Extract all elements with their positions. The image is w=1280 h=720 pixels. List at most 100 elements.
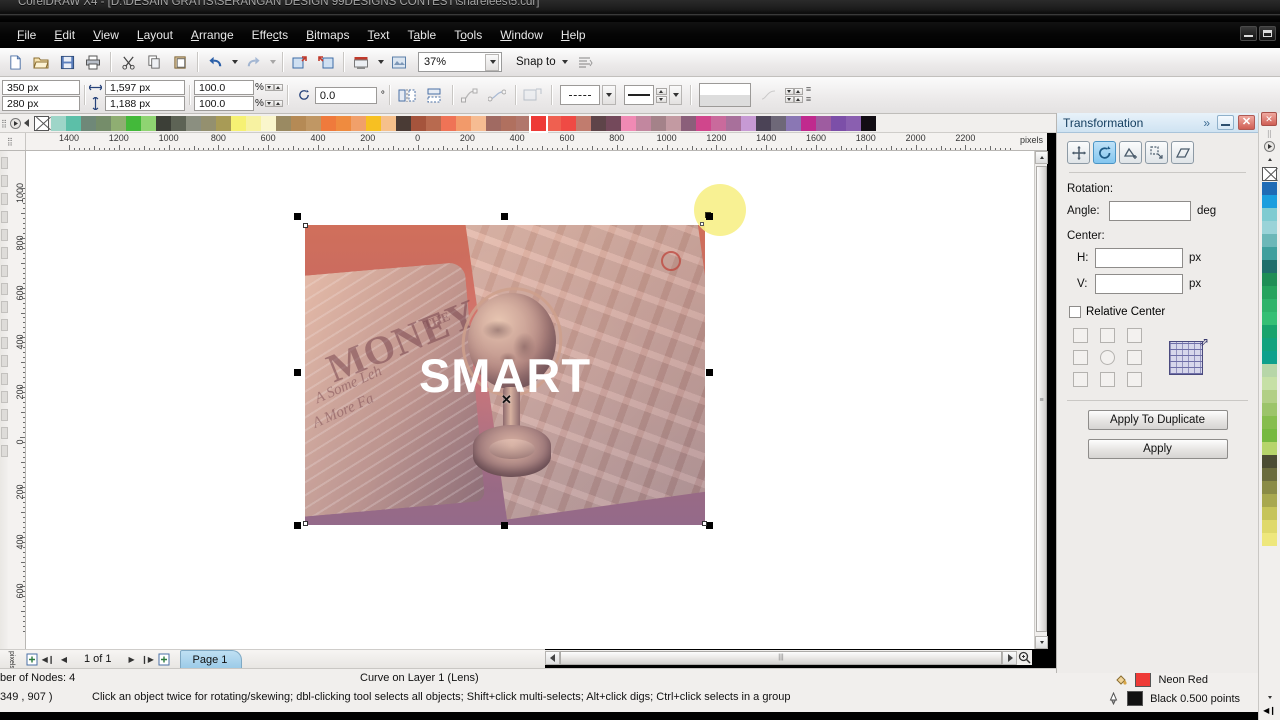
palette-swatch[interactable]	[111, 115, 126, 131]
tool-eyedropper-icon[interactable]	[1, 409, 8, 421]
anchor-bottom-right[interactable]	[1127, 372, 1142, 387]
selection-handle-top-center[interactable]	[501, 213, 508, 220]
palette-swatch[interactable]	[336, 115, 351, 131]
palette-swatch[interactable]	[186, 115, 201, 131]
bitmap-object[interactable]: THE MONEY A Some Leh A More Fa SMART ✕	[305, 225, 705, 525]
tab-rotation[interactable]	[1093, 141, 1116, 164]
palette-swatch[interactable]	[351, 115, 366, 131]
vertical-ruler[interactable]: 1000 800 600 400 200 0 200 400 600	[8, 151, 26, 649]
palette-swatch[interactable]	[816, 115, 831, 131]
anchor-top-right[interactable]	[1127, 328, 1142, 343]
tab-size[interactable]	[1145, 141, 1168, 164]
mirror-vertical-icon[interactable]	[422, 83, 447, 107]
bitmap-stepper-1[interactable]	[784, 87, 794, 103]
palette-swatch[interactable]	[486, 115, 501, 131]
palette-swatch[interactable]	[381, 115, 396, 131]
redo-icon[interactable]	[241, 51, 265, 74]
tool-shape-icon[interactable]	[1, 175, 8, 187]
vertical-palette-swatch[interactable]	[1262, 429, 1277, 442]
center-h-input[interactable]	[1095, 248, 1183, 268]
palette-swatch[interactable]	[831, 115, 846, 131]
scroll-left-icon[interactable]	[545, 650, 560, 665]
vertical-palette-swatch[interactable]	[1262, 325, 1277, 338]
outline-style-dropdown-icon[interactable]	[601, 85, 616, 105]
object-x-input[interactable]: 350 px	[2, 79, 80, 95]
fill-color-status[interactable]: Neon Red	[1114, 672, 1208, 687]
menu-effects[interactable]: Effects	[243, 25, 297, 45]
outline-color-swatch[interactable]	[1127, 691, 1144, 706]
new-icon[interactable]	[3, 51, 27, 74]
vertical-palette-swatch[interactable]	[1262, 273, 1277, 286]
wrap-paragraph-text-icon[interactable]	[521, 83, 546, 107]
scroll-right-icon[interactable]	[1002, 650, 1017, 665]
palette-swatch[interactable]	[51, 115, 66, 131]
scale-v-input[interactable]: 100.0	[194, 95, 254, 111]
vertical-palette-swatch[interactable]	[1262, 221, 1277, 234]
palette-swatch[interactable]	[621, 115, 636, 131]
outline-width-dropdown-icon[interactable]	[668, 85, 682, 105]
vertical-palette-swatch[interactable]	[1262, 286, 1277, 299]
vertical-palette-swatch[interactable]	[1262, 455, 1277, 468]
bitmap-stepper-2[interactable]	[793, 87, 803, 103]
palette-swatch[interactable]	[216, 115, 231, 131]
scroll-down-icon[interactable]	[1035, 636, 1048, 649]
palette-swatch[interactable]	[291, 115, 306, 131]
vertical-palette-swatch[interactable]	[1262, 416, 1277, 429]
vertical-palette-swatch[interactable]	[1262, 364, 1277, 377]
palette-swatch[interactable]	[261, 115, 276, 131]
scale-v-stepper-up[interactable]	[273, 99, 283, 107]
scroll-up-icon[interactable]	[1035, 151, 1048, 164]
scale-h-input[interactable]: 100.0	[194, 79, 254, 95]
palette-swatch[interactable]	[681, 115, 696, 131]
last-page-icon[interactable]: ❙▶	[140, 651, 156, 667]
outline-color-status[interactable]: Black 0.500 points	[1106, 691, 1240, 706]
palette-swatch[interactable]	[441, 115, 456, 131]
tool-blend-icon[interactable]	[1, 373, 8, 385]
anchor-middle-left[interactable]	[1073, 350, 1088, 365]
palette-swatch[interactable]	[156, 115, 171, 131]
trace-bitmap-icon[interactable]	[757, 83, 782, 107]
palette-swatch[interactable]	[561, 115, 576, 131]
vertical-no-color-swatch[interactable]	[1262, 167, 1277, 181]
menu-table[interactable]: Table	[398, 25, 445, 45]
menu-edit[interactable]: Edit	[45, 25, 84, 45]
lens-node-corner[interactable]	[700, 222, 704, 226]
next-page-icon[interactable]: ▶	[124, 651, 140, 667]
object-width-input[interactable]: 1,597 px	[105, 79, 185, 95]
tab-skew[interactable]	[1171, 141, 1194, 164]
vertical-palette-swatch[interactable]	[1262, 377, 1277, 390]
open-folder-icon[interactable]	[29, 51, 53, 74]
convert-to-curves-icon[interactable]	[458, 83, 483, 107]
vertical-palette-swatch[interactable]	[1262, 494, 1277, 507]
vertical-palette-swatch[interactable]	[1262, 390, 1277, 403]
undo-dropdown-icon[interactable]	[228, 51, 240, 74]
anchor-center[interactable]	[1100, 350, 1115, 365]
vertical-palette-swatch[interactable]	[1262, 507, 1277, 520]
apply-to-duplicate-button[interactable]: Apply To Duplicate	[1087, 410, 1228, 430]
drawing-canvas[interactable]: THE MONEY A Some Leh A More Fa SMART ✕	[26, 151, 1034, 649]
selection-handle-bottom-center[interactable]	[501, 522, 508, 529]
palette-swatch[interactable]	[456, 115, 471, 131]
palette-swatch[interactable]	[651, 115, 666, 131]
palette-swatch[interactable]	[576, 115, 591, 131]
vertical-palette-swatch[interactable]	[1262, 338, 1277, 351]
selection-node-top-left[interactable]	[303, 223, 308, 228]
yellow-lens-object[interactable]	[694, 184, 746, 236]
vertical-palette-swatch[interactable]	[1262, 468, 1277, 481]
tool-freehand-icon[interactable]	[1, 229, 8, 241]
palette-swatch[interactable]	[666, 115, 681, 131]
anchor-top-center[interactable]	[1100, 328, 1115, 343]
snap-to-menu[interactable]: Snap to	[512, 54, 572, 70]
anchor-middle-right[interactable]	[1127, 350, 1142, 365]
vertical-palette-swatch[interactable]	[1262, 520, 1277, 533]
palette-swatch[interactable]	[201, 115, 216, 131]
snap-to-chevron-down-icon[interactable]	[561, 60, 568, 64]
palette-swatch[interactable]	[861, 115, 876, 131]
selection-handle-bottom-left[interactable]	[294, 522, 301, 529]
minimize-document-button[interactable]	[1240, 26, 1257, 41]
palette-swatch[interactable]	[126, 115, 141, 131]
application-launcher-dropdown-icon[interactable]	[374, 51, 386, 74]
relative-center-row[interactable]: Relative Center	[1057, 294, 1258, 318]
selection-handle-middle-right[interactable]	[706, 369, 713, 376]
vertical-palette-swatch[interactable]	[1262, 195, 1277, 208]
